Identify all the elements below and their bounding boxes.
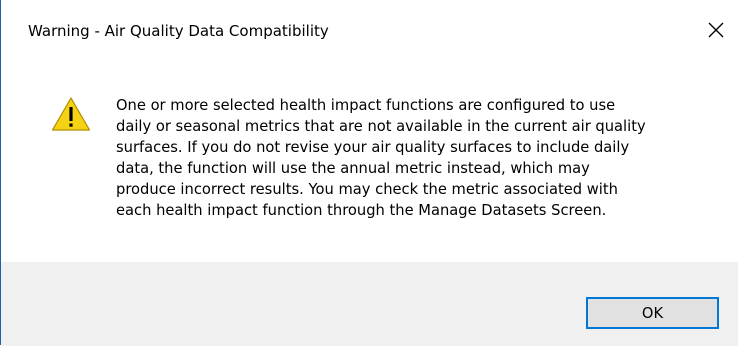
message-line: surfaces. If you do not revise your air … <box>116 139 630 156</box>
warning-triangle-icon <box>51 97 91 131</box>
dialog-content: One or more selected health impact funct… <box>1 62 738 262</box>
title-bar: Warning - Air Quality Data Compatibility <box>1 0 738 62</box>
dialog-title: Warning - Air Quality Data Compatibility <box>28 22 329 40</box>
message-line: each health impact function through the … <box>116 202 607 219</box>
message-line: daily or seasonal metrics that are not a… <box>116 118 646 135</box>
ok-button[interactable]: OK <box>586 297 719 329</box>
message-line: produce incorrect results. You may check… <box>116 181 618 198</box>
warning-dialog: Warning - Air Quality Data Compatibility… <box>0 0 738 346</box>
warning-message: One or more selected health impact funct… <box>116 95 716 221</box>
close-icon <box>708 22 724 38</box>
close-button[interactable] <box>694 10 738 50</box>
message-line: One or more selected health impact funct… <box>116 97 616 114</box>
message-line: data, the function will use the annual m… <box>116 160 590 177</box>
button-bar: OK <box>1 262 738 346</box>
